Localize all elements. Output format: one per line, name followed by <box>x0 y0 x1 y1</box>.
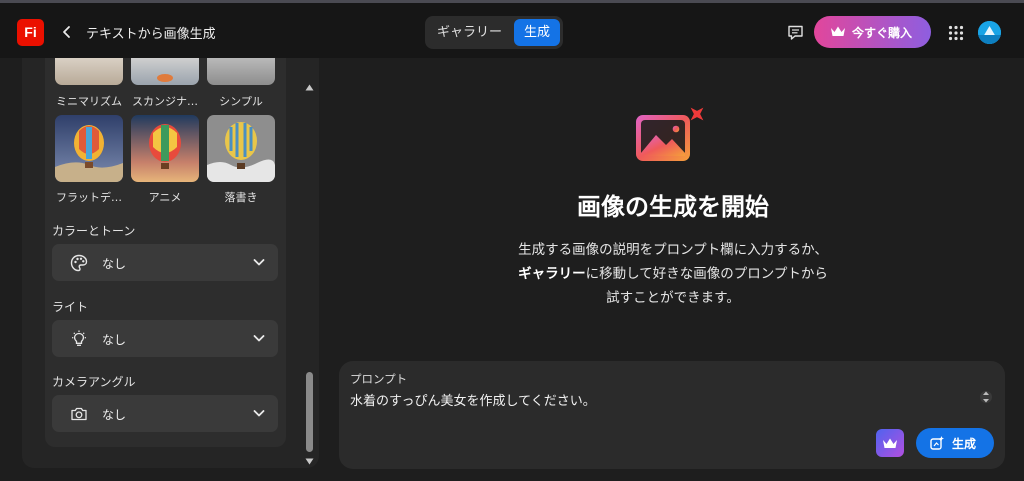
color-tone-dropdown[interactable]: なし <box>52 244 278 281</box>
style-label-doodle: 落書き <box>224 191 258 204</box>
scroll-down-arrow[interactable] <box>305 458 314 465</box>
avatar[interactable] <box>978 21 1001 44</box>
description-line-2: ギャラリーに移動して好きな画像のプロンプトから <box>470 262 876 286</box>
style-thumb-scandinavian[interactable] <box>131 58 199 85</box>
light-value: なし <box>102 333 127 347</box>
avatar-image <box>978 21 1001 44</box>
gallery-link-text[interactable]: ギャラリー <box>518 266 586 282</box>
empty-state-description: 生成する画像の説明をプロンプト欄に入力するか、 ギャラリーに移動して好きな画像の… <box>470 238 876 310</box>
buy-now-button[interactable]: 今すぐ購入 <box>814 16 931 48</box>
style-thumb-simple[interactable] <box>207 58 275 85</box>
app-logo[interactable]: Fi <box>17 19 44 46</box>
style-label-minimalism: ミニマリズム <box>56 95 122 108</box>
light-label: ライト <box>52 300 89 314</box>
tab-gallery[interactable]: ギャラリー <box>437 16 502 49</box>
camera-angle-value: なし <box>102 408 127 422</box>
apps-grid-icon[interactable] <box>948 25 964 41</box>
chevron-down-icon <box>253 259 265 266</box>
crown-icon <box>831 26 845 36</box>
color-tone-value: なし <box>102 257 127 271</box>
style-thumb-doodle[interactable] <box>207 115 275 182</box>
style-label-simple: シンプル <box>219 95 263 108</box>
description-line-1: 生成する画像の説明をプロンプト欄に入力するか、 <box>518 242 828 258</box>
buy-now-label: 今すぐ購入 <box>852 26 913 40</box>
crown-icon <box>883 438 897 448</box>
chevron-left-icon[interactable] <box>60 23 74 41</box>
chevron-down-icon <box>253 335 265 342</box>
generate-button[interactable]: 生成 <box>916 428 994 458</box>
style-thumb-flat-design[interactable] <box>55 115 123 182</box>
lightbulb-icon <box>72 330 86 346</box>
scrollbar-thumb[interactable] <box>306 372 313 452</box>
description-line-2-rest: に移動して好きな画像のプロンプトから <box>585 266 828 282</box>
prompt-input[interactable]: 水着のすっぴん美女を作成してください。 <box>350 390 596 409</box>
description-line-3: 試すことができます。 <box>606 290 740 306</box>
feedback-icon[interactable] <box>787 24 804 41</box>
style-label-scandinavian: スカンジナ… <box>132 95 198 108</box>
style-thumb-minimalism[interactable] <box>55 58 123 85</box>
hot-air-balloon-image <box>131 115 199 182</box>
page-title: テキストから画像生成 <box>86 27 216 42</box>
prompt-panel: プロンプト 水着のすっぴん美女を作成してください。 生成 <box>339 361 1005 469</box>
style-thumb-anime[interactable] <box>131 115 199 182</box>
chevron-down-icon <box>253 410 265 417</box>
generate-label: 生成 <box>952 437 977 451</box>
prompt-resize-stepper[interactable] <box>980 387 992 407</box>
palette-icon <box>70 254 88 272</box>
style-label-flat-design: フラットデ… <box>56 191 122 204</box>
image-generate-icon <box>636 107 704 161</box>
camera-angle-dropdown[interactable]: なし <box>52 395 278 432</box>
light-dropdown[interactable]: なし <box>52 320 278 357</box>
mode-switch: ギャラリー 生成 <box>425 16 563 49</box>
camera-angle-label: カメラアングル <box>52 375 136 389</box>
generate-sparkle-icon <box>930 436 944 450</box>
empty-state-title: 画像の生成を開始 <box>577 193 769 221</box>
style-thumb-scandinavian-image <box>157 74 173 82</box>
premium-crown-button[interactable] <box>876 429 904 457</box>
hot-air-balloon-image <box>55 115 123 182</box>
style-label-anime: アニメ <box>148 191 182 204</box>
prompt-label: プロンプト <box>350 372 408 386</box>
camera-icon <box>71 407 87 421</box>
color-tone-label: カラーとトーン <box>52 224 136 238</box>
hot-air-balloon-image <box>207 115 275 182</box>
tab-generate[interactable]: 生成 <box>514 19 560 46</box>
app-header: Fi テキストから画像生成 ギャラリー 生成 今すぐ購入 <box>0 3 1024 58</box>
scroll-up-arrow[interactable] <box>305 84 314 91</box>
